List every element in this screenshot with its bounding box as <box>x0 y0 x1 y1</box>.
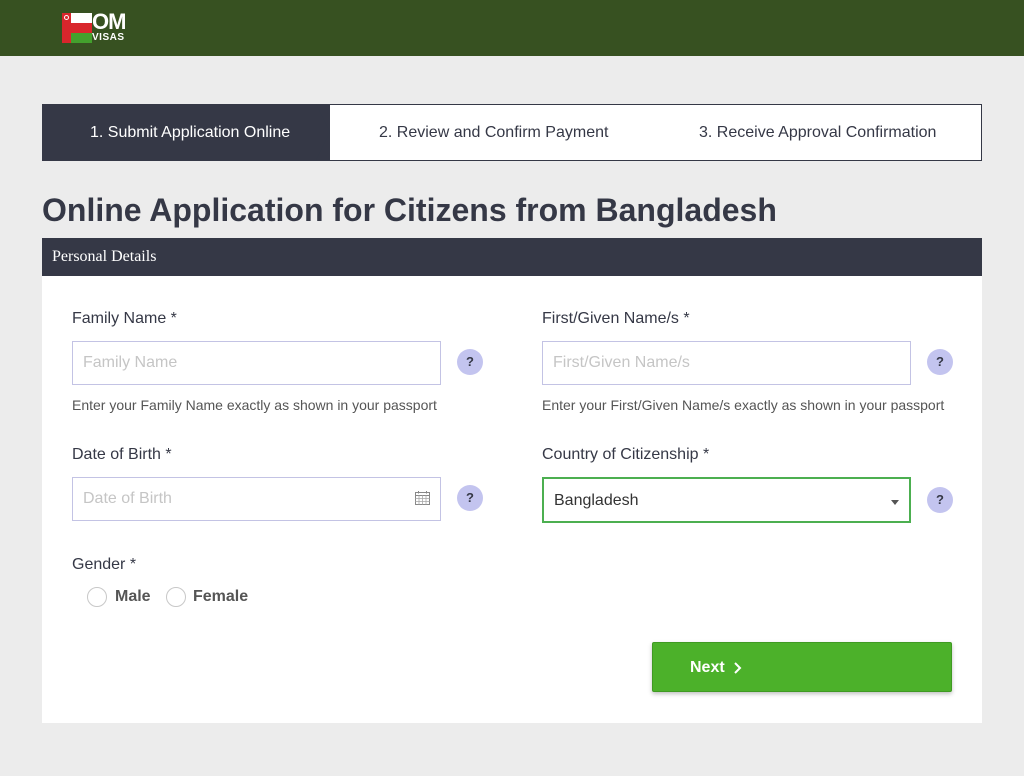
family-name-label: Family Name * <box>72 310 177 327</box>
gender-female-label[interactable]: Female <box>193 587 248 607</box>
chevron-right-icon <box>734 662 742 674</box>
next-button[interactable]: Next <box>652 642 952 692</box>
family-name-hint: Enter your Family Name exactly as shown … <box>72 397 437 413</box>
chevron-down-icon <box>891 500 899 505</box>
dob-help-icon[interactable]: ? <box>457 485 483 511</box>
dob-label: Date of Birth * <box>72 446 172 463</box>
page-title: Online Application for Citizens from Ban… <box>42 192 777 228</box>
section-header: Personal Details <box>42 238 982 276</box>
given-name-label: First/Given Name/s * <box>542 310 690 327</box>
gender-male-radio[interactable] <box>87 587 107 607</box>
active-step-arrow <box>316 104 330 160</box>
next-button-label: Next <box>690 659 725 676</box>
given-name-input[interactable] <box>542 341 911 385</box>
logo-text-visas: VISAS <box>92 32 125 43</box>
gender-female-radio[interactable] <box>166 587 186 607</box>
step-1-submit: 1. Submit Application Online <box>90 124 291 141</box>
citizenship-label: Country of Citizenship * <box>542 446 710 463</box>
dob-input[interactable] <box>72 477 441 521</box>
given-name-help-icon[interactable]: ? <box>927 349 953 375</box>
citizenship-help-icon[interactable]: ? <box>927 487 953 513</box>
step-2-review: 2. Review and Confirm Payment <box>379 124 609 141</box>
section-title: Personal Details <box>52 248 157 265</box>
family-name-input[interactable] <box>72 341 441 385</box>
calendar-icon[interactable] <box>415 491 430 505</box>
gender-male-label[interactable]: Male <box>115 587 151 607</box>
step-3-confirmation: 3. Receive Approval Confirmation <box>699 124 937 141</box>
oman-flag-icon <box>62 13 92 43</box>
citizenship-selected-value: Bangladesh <box>554 492 639 509</box>
logo-text-om: OM <box>92 9 126 34</box>
family-name-help-icon[interactable]: ? <box>457 349 483 375</box>
gender-label: Gender * <box>72 556 137 573</box>
progress-steps: 1. Submit Application Online 2. Review a… <box>42 104 982 161</box>
top-bar: OM VISAS <box>0 0 1024 56</box>
citizenship-select[interactable]: Bangladesh <box>542 477 911 523</box>
given-name-hint: Enter your First/Given Name/s exactly as… <box>542 397 945 413</box>
site-logo[interactable]: OM VISAS <box>62 9 126 43</box>
